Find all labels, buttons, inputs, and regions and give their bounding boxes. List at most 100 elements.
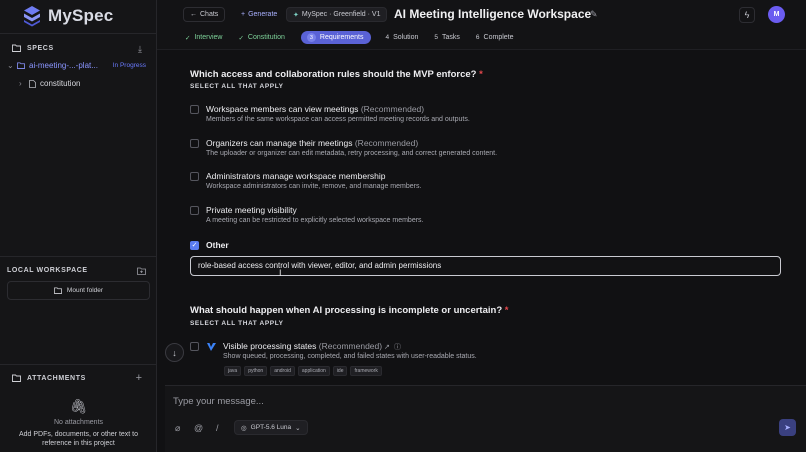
bolt-button[interactable]: ϟ <box>739 7 755 23</box>
tag: android <box>270 366 295 376</box>
arrow-left-icon: ← <box>190 11 197 18</box>
folder-open-icon <box>17 62 25 69</box>
scroll-down-button[interactable]: ↓ <box>165 343 184 362</box>
step-number: 4 <box>385 34 390 41</box>
divider <box>0 364 157 365</box>
chevron-down-icon: ⌄ <box>295 424 301 432</box>
chats-label: Chats <box>200 11 219 18</box>
folder-icon <box>54 287 62 294</box>
step-number: 5 <box>434 34 439 41</box>
model-label: GPT-5.6 Luna <box>250 424 292 431</box>
tag: java <box>224 366 242 376</box>
step-label: Tasks <box>442 34 460 41</box>
arrow-down-icon: ↓ <box>172 347 177 358</box>
chevron-down-icon[interactable]: ⌄ <box>7 61 14 70</box>
option-description: The uploader or organizer can edit metad… <box>206 150 498 157</box>
specs-header: SPECS <box>12 44 54 52</box>
send-icon: ➤ <box>784 423 791 432</box>
project-badge[interactable]: ✦ MySpec · Greenfield · V1 <box>286 7 388 22</box>
step-number: 6 <box>475 34 480 41</box>
app-logo[interactable]: MySpec <box>22 5 113 27</box>
questions-panel: Which access and collaboration rules sho… <box>157 50 806 385</box>
question-text: What should happen when AI processing is… <box>190 305 503 316</box>
chats-button[interactable]: ← Chats <box>183 7 226 22</box>
step-check-icon: ✓ <box>185 34 191 42</box>
question-text: Which access and collaboration rules sho… <box>190 69 477 80</box>
sparkle-icon: ✦ <box>293 11 299 19</box>
attachments-label: ATTACHMENTS <box>27 374 86 382</box>
model-selector[interactable]: ◎ GPT-5.6 Luna ⌄ <box>234 420 308 435</box>
app-logo-icon <box>207 343 216 351</box>
divider <box>0 33 157 34</box>
plus-icon: + <box>241 11 246 18</box>
chevron-right-icon[interactable]: › <box>19 79 25 88</box>
step-constitution[interactable]: ✓ Constitution <box>238 34 284 42</box>
sidebar: MySpec SPECS ⤓ ⌄ ai-meeting-...-plat... … <box>0 0 157 452</box>
option-description: Workspace administrators can invite, rem… <box>206 183 422 190</box>
question-subtitle: SELECT ALL THAT APPLY <box>190 320 284 327</box>
download-icon[interactable]: ⤓ <box>138 44 142 55</box>
option-label: Visible processing states (Recommended) <box>223 341 383 351</box>
avatar[interactable]: M <box>768 6 785 23</box>
spec-item-constitution[interactable]: › constitution <box>19 79 80 88</box>
checkbox-checked[interactable]: ✓ <box>190 241 199 250</box>
option-description: Show queued, processing, completed, and … <box>223 353 477 360</box>
checkbox[interactable] <box>190 105 199 114</box>
question-title: What should happen when AI processing is… <box>190 305 508 316</box>
step-tasks[interactable]: 5 Tasks <box>434 34 460 41</box>
paperclip-icon[interactable]: ⌀ <box>175 423 180 434</box>
slash-command-icon[interactable]: / <box>216 423 219 433</box>
step-label: Constitution <box>247 34 285 41</box>
mount-folder-label: Mount folder <box>66 287 104 294</box>
specs-label: SPECS <box>27 44 54 52</box>
tag: python <box>244 366 268 376</box>
step-label: Interview <box>194 34 223 41</box>
step-check-icon: ✓ <box>238 34 244 42</box>
step-complete[interactable]: 6 Complete <box>476 34 514 41</box>
checkbox[interactable] <box>190 342 199 351</box>
option-label: Private meeting visibility <box>206 205 297 215</box>
step-solution[interactable]: 4 Solution <box>385 34 418 41</box>
external-link-icon[interactable]: ↗ <box>384 343 390 351</box>
edit-pencil-icon[interactable]: ✎ <box>590 9 598 20</box>
required-mark: * <box>479 69 483 80</box>
info-icon[interactable]: ⓘ <box>394 342 401 352</box>
step-requirements[interactable]: 3 Requirements <box>300 31 372 44</box>
project-label: MySpec · Greenfield · V1 <box>301 11 381 18</box>
app-name: MySpec <box>48 6 114 25</box>
checkbox[interactable] <box>190 172 199 181</box>
step-label: Complete <box>483 34 514 41</box>
myspec-logo-icon <box>24 6 40 27</box>
checkbox[interactable] <box>190 206 199 215</box>
top-bar: ← Chats + Generate ✦ MySpec · Greenfield… <box>157 0 806 50</box>
tag: framework <box>350 366 382 376</box>
option-description: A meeting can be restricted to explicitl… <box>206 217 424 224</box>
mount-folder-button[interactable]: Mount folder <box>7 281 150 300</box>
option-label: Other <box>206 240 229 250</box>
checkbox[interactable] <box>190 139 199 148</box>
file-icon <box>29 79 36 88</box>
send-button[interactable]: ➤ <box>779 419 796 436</box>
attachments-hint: Add PDFs, documents, or other text to re… <box>18 431 139 447</box>
question-title: Which access and collaboration rules sho… <box>190 69 483 80</box>
divider <box>0 256 157 257</box>
spec-item-label: constitution <box>40 79 81 88</box>
add-attachment-icon[interactable]: + <box>136 372 142 384</box>
tag: ide <box>332 366 348 376</box>
question-subtitle: SELECT ALL THAT APPLY <box>190 83 284 90</box>
step-interview[interactable]: ✓ Interview <box>185 34 222 42</box>
option-label: Organizers can manage their meetings (Re… <box>206 138 419 148</box>
generate-label: Generate <box>248 11 278 18</box>
folder-icon <box>12 44 21 52</box>
stepper: ✓ Interview ✓ Constitution 3 Requirement… <box>185 31 530 44</box>
at-mention-icon[interactable]: @ <box>194 423 203 433</box>
tag: application <box>297 366 330 376</box>
step-number: 3 <box>306 33 316 42</box>
generate-button[interactable]: + Generate <box>235 7 283 22</box>
local-workspace-label: LOCAL WORKSPACE <box>7 267 88 274</box>
message-input[interactable]: Type your message... <box>173 396 264 407</box>
tag-list: java python android application ide fram… <box>224 366 382 376</box>
step-label: Requirements <box>319 34 364 41</box>
add-folder-icon[interactable] <box>137 267 146 275</box>
status-badge: In Progress <box>112 62 146 69</box>
